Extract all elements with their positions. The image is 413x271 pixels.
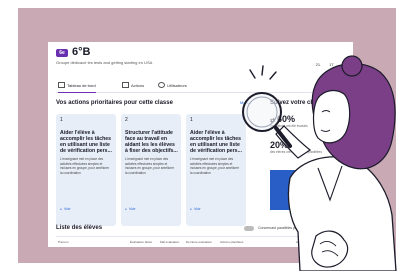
arm <box>275 125 312 159</box>
hair-bun <box>341 55 363 77</box>
magnifying-glass-icon <box>242 92 282 132</box>
face <box>312 89 351 144</box>
scientist-illustration <box>242 55 397 271</box>
spark-lines <box>249 65 277 80</box>
